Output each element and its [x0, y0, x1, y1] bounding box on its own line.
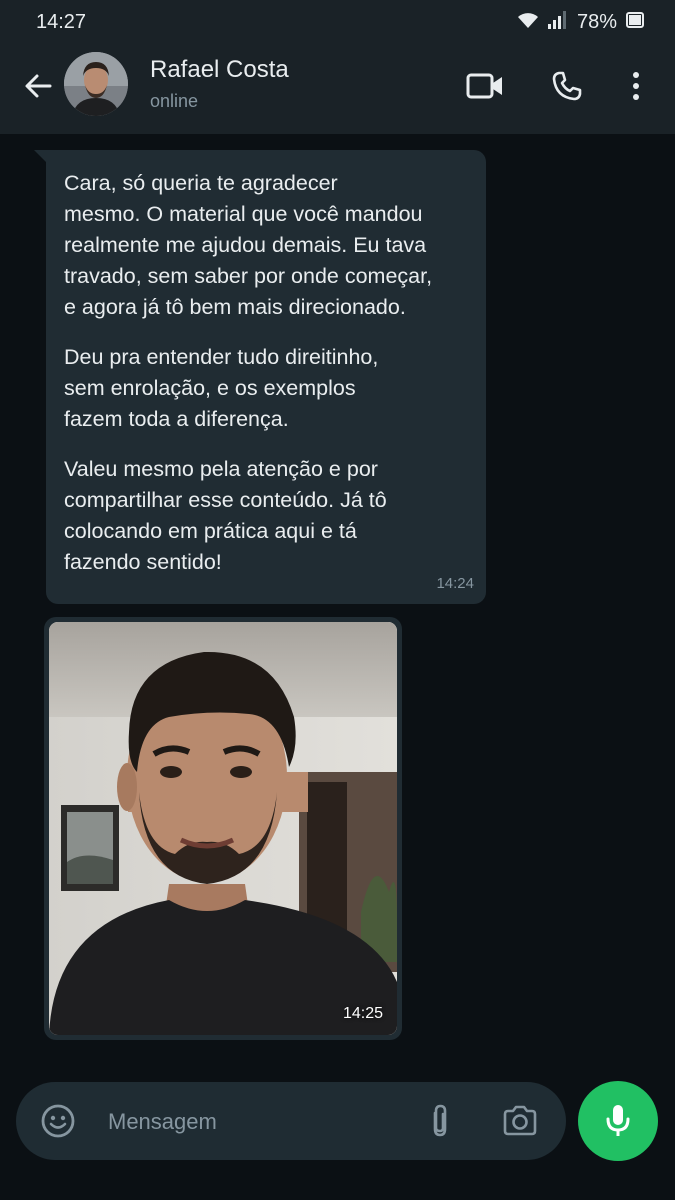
- contact-name[interactable]: Rafael Costa: [150, 56, 289, 84]
- video-call-button[interactable]: [462, 66, 508, 106]
- voice-call-button[interactable]: [546, 66, 588, 106]
- camera-button[interactable]: [500, 1101, 540, 1141]
- mic-icon: [606, 1105, 630, 1136]
- message-paragraph: Valeu mesmo pela atenção e por compartil…: [64, 457, 387, 574]
- signal-icon: [547, 10, 569, 35]
- more-options-button[interactable]: [620, 66, 652, 106]
- attach-icon: [433, 1104, 447, 1137]
- contact-status: online: [150, 91, 199, 111]
- incoming-image-message[interactable]: 14:25: [44, 617, 402, 1040]
- photo-portrait[interactable]: 14:25: [49, 622, 397, 1035]
- bubble-tail: [34, 150, 46, 162]
- battery-icon: [625, 10, 645, 35]
- status-time: 14:27: [36, 11, 87, 33]
- back-button[interactable]: [20, 68, 56, 104]
- back-arrow-icon: [25, 74, 52, 98]
- message-time: 14:25: [342, 1005, 383, 1022]
- incoming-text-message[interactable]: Cara, só queria te agradecer mesmo. O ma…: [46, 150, 486, 604]
- chat-header: Rafael Costa online: [0, 44, 675, 134]
- more-vert-icon: [633, 72, 639, 100]
- wifi-icon: [517, 11, 539, 34]
- status-bar: 14:27 78%: [0, 0, 675, 44]
- contact-avatar[interactable]: [64, 52, 128, 116]
- emoji-icon: [41, 1104, 75, 1138]
- message-paragraph: Deu pra entender tudo direitinho, sem en…: [64, 345, 379, 431]
- message-time: 14:24: [436, 575, 474, 592]
- battery-percent: 78%: [576, 11, 617, 33]
- attach-button[interactable]: [422, 1101, 458, 1141]
- message-paragraph: Cara, só queria te agradecer mesmo. O ma…: [64, 171, 433, 319]
- camera-icon: [503, 1105, 537, 1136]
- status-icons: 78%: [517, 10, 645, 35]
- message-composer: [16, 1082, 566, 1160]
- emoji-button[interactable]: [38, 1101, 78, 1141]
- phone-icon: [552, 71, 582, 101]
- video-call-icon: [466, 73, 502, 99]
- message-input[interactable]: [106, 1100, 400, 1144]
- voice-message-button[interactable]: [578, 1081, 658, 1161]
